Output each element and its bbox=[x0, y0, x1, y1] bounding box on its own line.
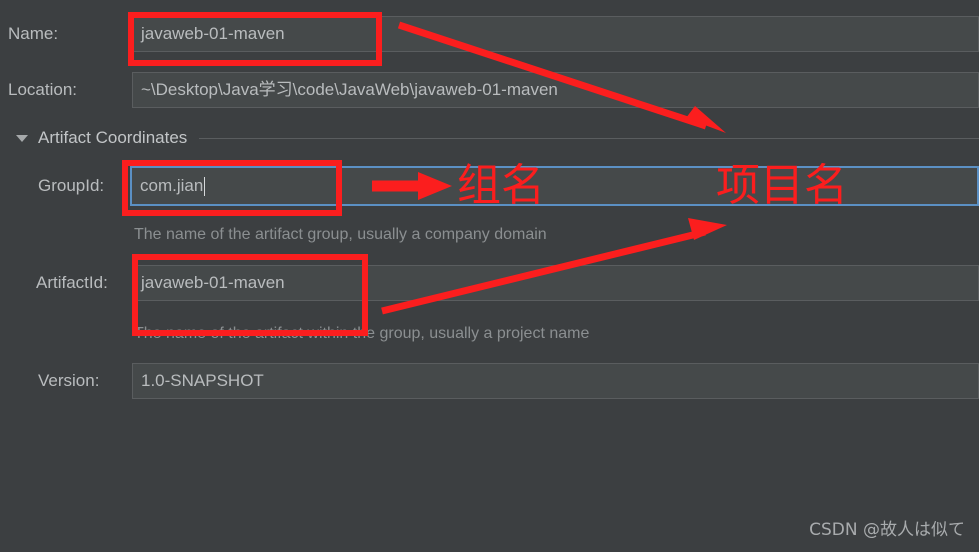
artifact-coordinates-section-header[interactable]: Artifact Coordinates bbox=[0, 128, 979, 148]
annotation-label-project-name: 项目名 bbox=[716, 160, 848, 211]
version-label: Version: bbox=[38, 371, 100, 390]
version-input-value: 1.0-SNAPSHOT bbox=[141, 371, 264, 390]
groupid-label: GroupId: bbox=[38, 176, 105, 195]
version-input[interactable]: 1.0-SNAPSHOT bbox=[132, 363, 979, 399]
annotation-box-name bbox=[128, 12, 382, 66]
section-divider bbox=[199, 137, 979, 139]
artifactid-label: ArtifactId: bbox=[36, 273, 108, 292]
groupid-hint: The name of the artifact group, usually … bbox=[134, 226, 547, 243]
name-label: Name: bbox=[8, 24, 59, 43]
artifact-coordinates-title: Artifact Coordinates bbox=[38, 128, 188, 147]
annotation-label-group-name: 组名 bbox=[457, 160, 545, 211]
annotation-box-groupid bbox=[122, 160, 342, 216]
chevron-down-icon[interactable] bbox=[16, 134, 28, 142]
location-input[interactable]: ~\Desktop\Java学习\code\JavaWeb\javaweb-01… bbox=[132, 72, 979, 108]
location-label: Location: bbox=[8, 80, 77, 99]
maven-new-project-panel: Name: javaweb-01-maven Location: ~\Deskt… bbox=[0, 0, 979, 552]
csdn-watermark: CSDN @故人は似て bbox=[809, 520, 965, 540]
location-input-value: ~\Desktop\Java学习\code\JavaWeb\javaweb-01… bbox=[141, 80, 558, 99]
annotation-box-artifactid bbox=[132, 254, 368, 336]
